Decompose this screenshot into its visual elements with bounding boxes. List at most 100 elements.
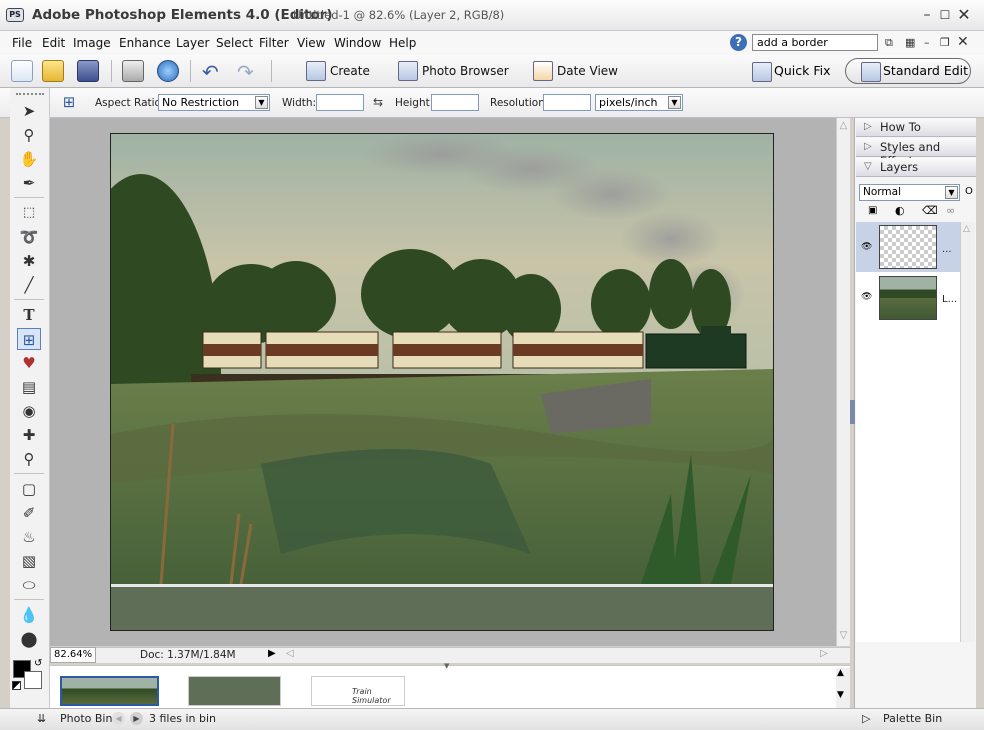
palette-how-to[interactable]: ▷ How To (856, 118, 976, 137)
doc-restore-icon[interactable]: ❐ (940, 36, 950, 49)
eye-icon[interactable]: 👁 (861, 292, 873, 302)
menu-image[interactable]: Image (73, 36, 111, 50)
create-button[interactable]: Create (330, 64, 370, 78)
doc-minimize-icon[interactable]: – (924, 36, 930, 49)
palette-collapse-handle[interactable] (850, 400, 855, 424)
maximize-icon[interactable]: ☐ (936, 6, 954, 24)
swap-colors-icon[interactable]: ↺ (34, 658, 42, 669)
sponge-tool-icon[interactable]: ⬤ (17, 628, 41, 650)
eraser-tool-icon[interactable]: ▢ (17, 478, 41, 500)
default-colors-icon[interactable] (12, 681, 21, 690)
healing-brush-tool-icon[interactable]: ✚ (17, 424, 41, 446)
link-layers-icon[interactable]: ∞ (946, 204, 955, 217)
blend-mode-select[interactable]: Normal ▼ (859, 184, 960, 201)
clone-stamp-tool-icon[interactable]: ⚲ (17, 448, 41, 470)
gradient-tool-icon[interactable]: ▧ (17, 550, 41, 572)
open-folder-icon[interactable] (42, 60, 64, 82)
palette-styles-effects[interactable]: ▷Styles and Effects (856, 138, 976, 168)
vertical-scrollbar[interactable]: △ ▽ (836, 118, 850, 646)
photo-bin-grip-icon[interactable]: ▼ (444, 662, 454, 670)
create-icon[interactable] (306, 61, 326, 81)
photo-bin-thumb[interactable] (188, 676, 281, 706)
menu-enhance[interactable]: Enhance (119, 36, 171, 50)
crop-tool-icon[interactable]: ⊞ (17, 328, 41, 350)
menu-help[interactable]: Help (389, 36, 416, 50)
shape-tool-icon[interactable]: ⬭ (17, 574, 41, 596)
marquee-tool-icon[interactable]: ⬚ (17, 202, 41, 224)
prev-photo-icon[interactable]: ◀ (112, 712, 125, 725)
new-layer-icon[interactable]: ▣ (868, 205, 877, 216)
photo-browser-icon[interactable] (398, 61, 418, 81)
print-icon[interactable] (122, 60, 144, 82)
date-view-icon[interactable] (533, 61, 553, 81)
new-file-icon[interactable] (11, 60, 33, 82)
menu-filter[interactable]: Filter (259, 36, 289, 50)
scroll-down-icon[interactable]: ▽ (837, 630, 850, 641)
delete-layer-icon[interactable]: ⌫ (922, 204, 938, 217)
zoom-tool-icon[interactable]: ⚲ (17, 124, 41, 146)
photo-bin-toggle-icon[interactable]: ⇊ (37, 712, 46, 725)
palette-bin-toggle-icon[interactable]: ▷ (862, 712, 870, 725)
help-search-input[interactable] (752, 34, 878, 51)
help-icon[interactable]: ? (730, 34, 747, 51)
menu-view[interactable]: View (297, 36, 325, 50)
minimize-icon[interactable]: – (918, 6, 936, 24)
tile-icon[interactable]: ▦ (905, 36, 915, 49)
menu-select[interactable]: Select (216, 36, 253, 50)
height-field[interactable] (431, 94, 479, 111)
date-view-button[interactable]: Date View (557, 64, 618, 78)
crop-tool-options-icon[interactable]: ⊞ (58, 93, 80, 113)
type-tool-icon[interactable]: T (17, 304, 41, 326)
status-menu-arrow-icon[interactable]: ▶ (268, 648, 276, 659)
palette-bin-label[interactable]: Palette Bin (883, 712, 942, 725)
paint-bucket-tool-icon[interactable]: ♨ (17, 526, 41, 548)
width-field[interactable] (316, 94, 364, 111)
hand-tool-icon[interactable]: ✋ (17, 148, 41, 170)
next-photo-icon[interactable]: ▶ (130, 712, 143, 725)
photo-browser-button[interactable]: Photo Browser (422, 64, 509, 78)
resolution-units-select[interactable]: pixels/inch ▼ (595, 94, 683, 111)
selection-brush-tool-icon[interactable]: ╱ (17, 274, 41, 296)
horizontal-scrollbar[interactable]: ◁ ▷ (284, 648, 836, 662)
scroll-down-icon[interactable]: ▼ (837, 690, 844, 700)
undo-icon[interactable]: ↶ (202, 60, 219, 84)
menu-edit[interactable]: Edit (42, 36, 65, 50)
redo-icon[interactable]: ↷ (237, 60, 254, 84)
menu-layer[interactable]: Layer (176, 36, 209, 50)
menu-file[interactable]: File (12, 36, 32, 50)
adjustment-layer-icon[interactable]: ◐ (895, 204, 905, 217)
doc-close-icon[interactable]: ✕ (957, 34, 969, 50)
photo-bin-scrollbar[interactable]: ▲ ▼ (836, 668, 850, 708)
photo-bin-thumb[interactable] (60, 676, 159, 706)
document-image[interactable] (110, 133, 774, 631)
email-share-icon[interactable] (157, 60, 179, 82)
resolution-field[interactable] (543, 94, 591, 111)
toolbox-grip[interactable] (16, 93, 44, 96)
red-eye-tool-icon[interactable]: ◉ (17, 400, 41, 422)
blur-tool-icon[interactable]: 💧 (17, 604, 41, 626)
straighten-tool-icon[interactable]: ▤ (17, 376, 41, 398)
move-tool-icon[interactable]: ➤ (17, 100, 41, 122)
swap-icon[interactable]: ⇆ (373, 95, 383, 109)
layers-scrollbar[interactable]: △ (960, 222, 975, 642)
scroll-up-icon[interactable]: △ (837, 120, 850, 131)
magic-wand-tool-icon[interactable]: ✱ (17, 250, 41, 272)
scroll-right-icon[interactable]: ▷ (820, 648, 828, 659)
eye-icon[interactable]: 👁 (861, 242, 873, 252)
save-icon[interactable] (77, 60, 99, 82)
cascade-icon[interactable]: ⧉ (885, 36, 893, 50)
photo-bin-label[interactable]: Photo Bin (60, 712, 112, 725)
palette-layers[interactable]: ▽ Layers (856, 158, 976, 177)
brush-tool-icon[interactable]: ✐ (17, 502, 41, 524)
aspect-ratio-select[interactable]: No Restriction ▼ (158, 94, 270, 111)
quick-fix-button[interactable]: Quick Fix (748, 58, 840, 84)
menu-window[interactable]: Window (334, 36, 381, 50)
scroll-up-icon[interactable]: △ (963, 224, 970, 234)
photo-bin-thumb[interactable]: Train Simulator (311, 676, 405, 706)
eyedropper-tool-icon[interactable]: ✒ (17, 172, 41, 194)
cookie-cutter-tool-icon[interactable]: ♥ (17, 352, 41, 374)
lasso-tool-icon[interactable]: ➰ (17, 226, 41, 248)
scroll-up-icon[interactable]: ▲ (837, 668, 844, 678)
scroll-left-icon[interactable]: ◁ (286, 648, 294, 659)
close-icon[interactable]: ✕ (955, 6, 973, 24)
